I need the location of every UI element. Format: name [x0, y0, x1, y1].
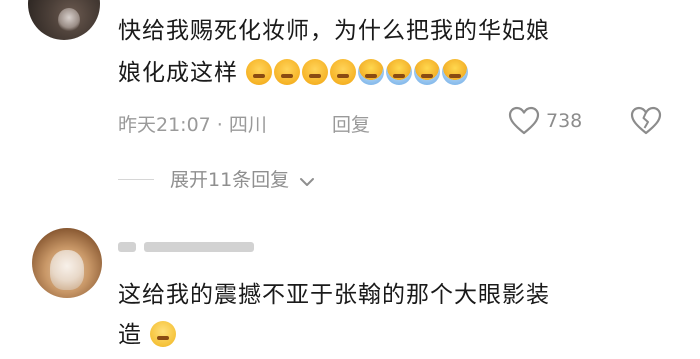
like-button[interactable]	[508, 106, 540, 141]
avatar-image	[50, 250, 84, 290]
comment-text-line: 娘化成这样	[118, 54, 470, 92]
comment-text-line: 造	[118, 316, 178, 354]
comment-text-line: 快给我赐死化妆师，为什么把我的华妃娘	[118, 18, 550, 44]
sobbing-face-emoji	[442, 59, 469, 85]
reply-button[interactable]: 回复	[332, 110, 370, 137]
sobbing-face-emoji	[386, 59, 413, 85]
user-avatar[interactable]	[32, 228, 102, 298]
comment-list: 快给我赐死化妆师，为什么把我的华妃娘 娘化成这样 昨天21:07 · 四川 回复…	[0, 0, 700, 359]
chevron-down-icon	[300, 178, 315, 186]
like-count: 738	[546, 110, 583, 132]
comment-text-line: 这给我的震撼不亚于张翰的那个大眼影装	[118, 282, 550, 308]
expand-replies-label: 展开11条回复	[170, 169, 290, 191]
expand-replies-button[interactable]: 展开11条回复	[170, 165, 315, 192]
crying-face-emoji	[246, 59, 273, 85]
comment-time-location: 昨天21:07 · 四川	[118, 114, 267, 136]
crying-face-emoji	[274, 59, 301, 85]
sobbing-face-emoji	[414, 59, 441, 85]
comment-text-fragment: 造	[118, 322, 142, 348]
crying-face-emoji	[330, 59, 357, 85]
broken-heart-icon	[630, 106, 662, 135]
pleading-face-emoji	[150, 321, 177, 347]
dislike-button[interactable]	[630, 106, 662, 141]
username-redacted	[118, 236, 268, 256]
comment-meta-row: 昨天21:07 · 四川 回复 738	[118, 106, 678, 140]
avatar-image	[58, 8, 80, 32]
sobbing-face-emoji	[358, 59, 385, 85]
redaction-block	[118, 242, 136, 252]
divider-line	[118, 179, 154, 180]
comment-text-fragment: 娘化成这样	[118, 60, 238, 86]
crying-face-emoji	[302, 59, 329, 85]
redaction-block	[144, 242, 254, 252]
user-avatar[interactable]	[28, 0, 100, 40]
heart-outline-icon	[508, 106, 540, 135]
